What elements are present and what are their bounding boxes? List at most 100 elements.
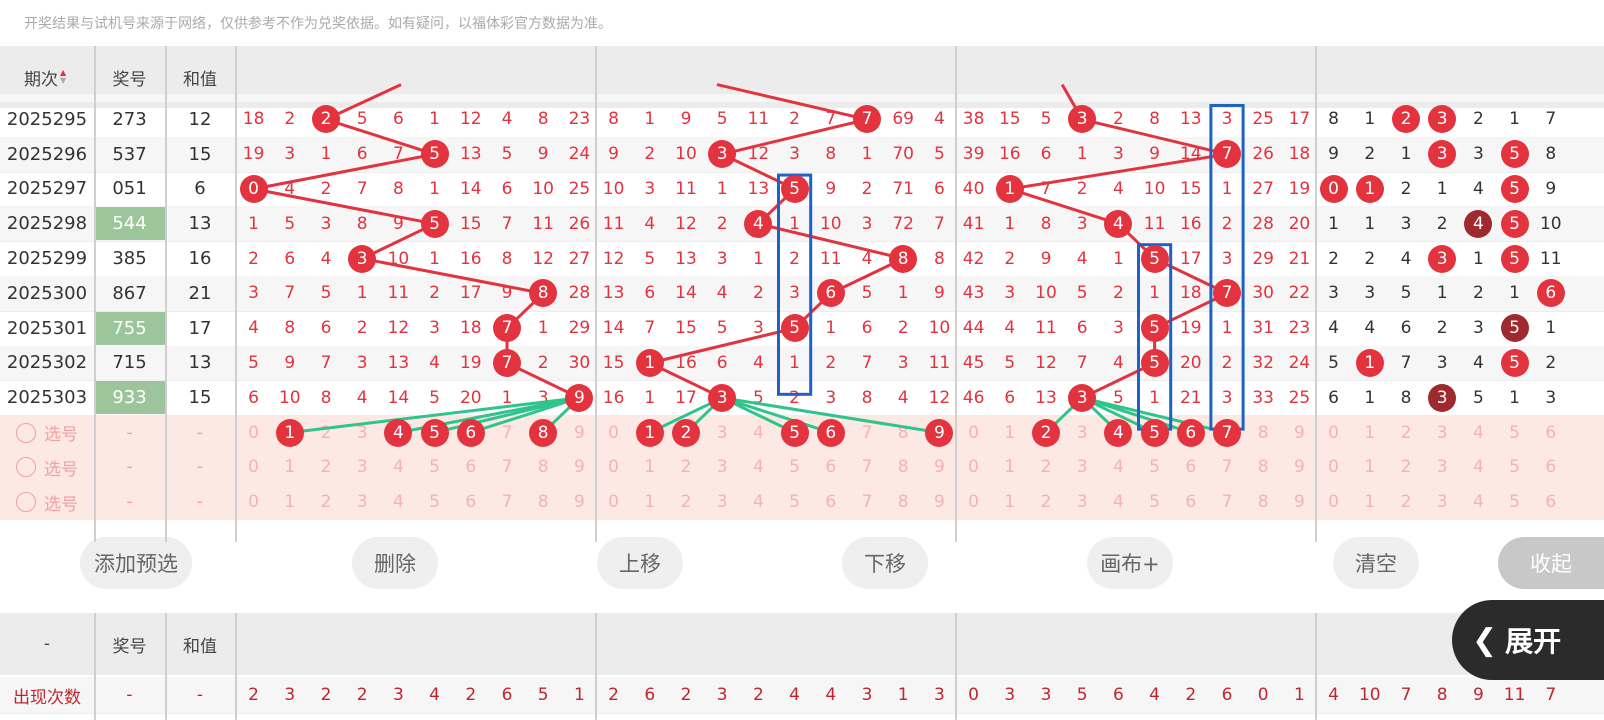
select-digit[interactable]: 3 <box>1064 485 1100 520</box>
selected-ball[interactable]: 6 <box>456 418 485 447</box>
select-digit[interactable]: 5 <box>1137 485 1173 520</box>
select-digit[interactable]: 7 <box>849 415 885 450</box>
select-digit[interactable]: 4 <box>380 450 416 485</box>
selected-ball[interactable]: 6 <box>1176 418 1205 447</box>
select-digit[interactable]: 5 <box>1497 415 1533 450</box>
select-digit[interactable]: 7 <box>1209 450 1245 485</box>
select-digit[interactable]: 5 <box>1497 485 1533 520</box>
select-digit[interactable]: 2 <box>1388 415 1424 450</box>
select-digit[interactable]: 7 <box>849 485 885 520</box>
select-digit-chosen[interactable]: 5 <box>417 415 453 450</box>
select-digit-chosen[interactable]: 6 <box>453 415 489 450</box>
select-digit[interactable]: 4 <box>380 485 416 520</box>
select-digit[interactable]: 6 <box>1533 415 1569 450</box>
select-digit[interactable]: 1 <box>1352 485 1388 520</box>
select-digit[interactable]: 8 <box>885 450 921 485</box>
select-digit[interactable]: 9 <box>561 415 597 450</box>
selected-ball[interactable]: 8 <box>529 418 558 447</box>
select-digit[interactable]: 7 <box>489 415 525 450</box>
radio-circle-icon[interactable] <box>16 492 36 513</box>
select-digit-chosen[interactable]: 1 <box>632 415 668 450</box>
select-digit[interactable]: 6 <box>1533 450 1569 485</box>
selected-ball[interactable]: 5 <box>1140 418 1169 447</box>
select-digit[interactable]: 3 <box>344 450 380 485</box>
move-up-button[interactable]: 上移 <box>597 537 683 589</box>
select-digit[interactable]: 3 <box>1424 485 1460 520</box>
select-digit[interactable]: 4 <box>1460 485 1496 520</box>
select-digit[interactable]: 5 <box>777 485 813 520</box>
selected-ball[interactable]: 1 <box>635 418 664 447</box>
select-digit[interactable]: 0 <box>1316 450 1352 485</box>
selected-ball[interactable]: 2 <box>1031 418 1060 447</box>
select-digit[interactable]: 2 <box>668 450 704 485</box>
select-digit[interactable]: 0 <box>236 485 272 520</box>
select-digit[interactable]: 2 <box>1028 450 1064 485</box>
select-digit[interactable]: 3 <box>704 415 740 450</box>
select-digit[interactable]: 0 <box>1316 415 1352 450</box>
select-digit[interactable]: 4 <box>740 450 776 485</box>
select-digit[interactable]: 2 <box>308 415 344 450</box>
select-digit[interactable]: 9 <box>561 450 597 485</box>
select-digit[interactable]: 3 <box>704 485 740 520</box>
select-digit[interactable]: 0 <box>956 450 992 485</box>
select-digit[interactable]: 8 <box>1245 485 1281 520</box>
select-digit[interactable]: 0 <box>236 450 272 485</box>
selected-ball[interactable]: 9 <box>925 418 954 447</box>
select-digit[interactable]: 2 <box>1028 485 1064 520</box>
delete-button[interactable]: 删除 <box>352 537 438 589</box>
select-digit[interactable]: 8 <box>525 485 561 520</box>
select-digit[interactable]: 8 <box>1245 450 1281 485</box>
selected-ball[interactable]: 5 <box>780 418 809 447</box>
select-digit-chosen[interactable]: 6 <box>813 415 849 450</box>
select-digit[interactable]: 9 <box>921 450 957 485</box>
select-digit[interactable]: 1 <box>632 485 668 520</box>
select-digit-chosen[interactable]: 6 <box>1173 415 1209 450</box>
select-digit[interactable]: 9 <box>1281 415 1317 450</box>
selected-ball[interactable]: 5 <box>420 418 449 447</box>
select-digit[interactable]: 4 <box>1460 415 1496 450</box>
select-digit[interactable]: 7 <box>489 450 525 485</box>
select-digit[interactable]: 1 <box>992 485 1028 520</box>
clear-button[interactable]: 清空 <box>1333 537 1419 589</box>
select-digit[interactable]: 6 <box>453 485 489 520</box>
select-digit[interactable]: 4 <box>740 415 776 450</box>
select-digit[interactable]: 1 <box>992 450 1028 485</box>
select-digit-chosen[interactable]: 9 <box>921 415 957 450</box>
selected-ball[interactable]: 6 <box>816 418 845 447</box>
select-digit[interactable]: 0 <box>236 415 272 450</box>
select-digit[interactable]: 5 <box>1497 450 1533 485</box>
select-digit[interactable]: 8 <box>885 485 921 520</box>
select-digit-chosen[interactable]: 2 <box>668 415 704 450</box>
select-digit[interactable]: 6 <box>1173 450 1209 485</box>
select-row-toggle[interactable]: 选号 <box>0 485 94 520</box>
select-digit[interactable]: 4 <box>1100 485 1136 520</box>
add-preselect-button[interactable]: 添加预选 <box>80 537 192 589</box>
select-digit[interactable]: 1 <box>272 450 308 485</box>
select-row-toggle[interactable]: 选号 <box>0 415 94 450</box>
select-digit[interactable]: 3 <box>344 415 380 450</box>
selected-ball[interactable]: 2 <box>671 418 700 447</box>
select-digit[interactable]: 0 <box>1316 485 1352 520</box>
select-digit[interactable]: 6 <box>813 485 849 520</box>
select-digit-chosen[interactable]: 1 <box>272 415 308 450</box>
select-digit[interactable]: 9 <box>1281 450 1317 485</box>
select-digit[interactable]: 6 <box>1173 485 1209 520</box>
select-digit-chosen[interactable]: 7 <box>1209 415 1245 450</box>
select-digit[interactable]: 3 <box>1064 415 1100 450</box>
select-digit[interactable]: 2 <box>308 450 344 485</box>
select-digit-chosen[interactable]: 4 <box>1100 415 1136 450</box>
select-digit[interactable]: 4 <box>1460 450 1496 485</box>
select-digit[interactable]: 2 <box>668 485 704 520</box>
select-digit[interactable]: 9 <box>921 485 957 520</box>
select-digit[interactable]: 4 <box>1100 450 1136 485</box>
radio-circle-icon[interactable] <box>16 422 36 443</box>
select-digit[interactable]: 7 <box>849 450 885 485</box>
select-digit[interactable]: 0 <box>596 415 632 450</box>
select-digit[interactable]: 9 <box>561 485 597 520</box>
select-digit[interactable]: 4 <box>740 485 776 520</box>
select-digit[interactable]: 0 <box>956 485 992 520</box>
select-digit-chosen[interactable]: 8 <box>525 415 561 450</box>
select-digit[interactable]: 6 <box>453 450 489 485</box>
sort-icon[interactable]: ▲ ▼ <box>60 69 70 85</box>
select-digit[interactable]: 1 <box>632 450 668 485</box>
